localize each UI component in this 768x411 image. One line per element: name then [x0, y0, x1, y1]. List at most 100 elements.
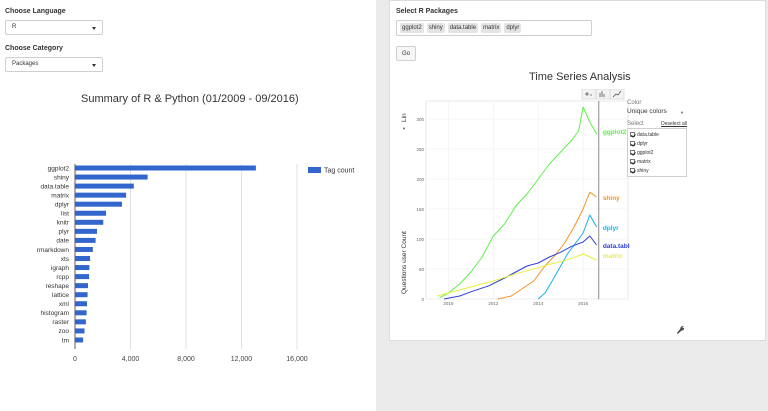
deselect-all-link[interactable]: Deselect all	[661, 121, 687, 127]
y-tick-label: ggplot2	[48, 165, 70, 172]
x-tick-label: 12,000	[231, 356, 253, 363]
y-tick-label: knitr	[57, 220, 70, 227]
chevron-down-icon: ▼	[680, 110, 684, 115]
checkbox-checked-icon[interactable]	[630, 150, 635, 155]
y-tick-label: data.table	[40, 183, 69, 190]
y-tick-label: xts	[61, 256, 70, 263]
checkbox-checked-icon[interactable]	[630, 132, 635, 137]
bar-chart-title: Summary of R & Python (01/2009 - 09/2016…	[81, 93, 299, 105]
series-label: data.table	[603, 243, 630, 250]
y-tick-label: xml	[59, 301, 70, 308]
language-label: Choose Language	[5, 8, 66, 15]
x-tick-label: 2012	[488, 301, 499, 306]
y-tick-label: 150	[416, 207, 424, 212]
y-tick-label: 50	[419, 267, 425, 272]
language-value: R	[12, 24, 17, 30]
series-checkbox-item[interactable]: ggplot2	[630, 148, 684, 157]
package-tag[interactable]: ggplot2	[400, 23, 424, 33]
y-tick-label: matrix	[51, 192, 69, 199]
series-checkbox-list: data.table dplyr ggplot2 matrix shiny	[627, 128, 687, 177]
y-tick-label: 0	[421, 297, 424, 302]
y-tick-label: dplyr	[55, 202, 70, 209]
x-tick-label: 8,000	[177, 356, 195, 363]
bar	[75, 201, 122, 207]
series-label: matrix	[603, 253, 623, 260]
y-tick-label: igraph	[51, 265, 69, 272]
wrench-icon[interactable]	[676, 325, 685, 334]
bar	[75, 192, 127, 198]
y-axis-label: Questions user Count	[401, 231, 408, 294]
series-label: shiny	[603, 195, 620, 202]
x-tick-label: 4,000	[122, 356, 140, 363]
y-tick-label: histogram	[40, 310, 69, 317]
series-checkbox-item[interactable]: matrix	[630, 157, 684, 166]
y-tick-label: 100	[416, 237, 424, 242]
bar	[75, 274, 90, 280]
series-checkbox-label: dplyr	[637, 140, 648, 147]
y-tick-label: 300	[416, 117, 424, 122]
y-tick-label: lattice	[52, 292, 69, 299]
bar	[75, 237, 96, 243]
series-label: ggplot2	[603, 129, 627, 136]
package-tag[interactable]: matrix	[481, 23, 502, 33]
bar	[75, 210, 107, 216]
chevron-down-icon	[92, 27, 96, 30]
y-scale-toggle: Lin	[401, 113, 408, 122]
legend-label: Tag count	[324, 168, 354, 175]
y-tick-label: plyr	[59, 229, 70, 236]
select-heading: Select	[627, 121, 644, 127]
go-button[interactable]: Go	[396, 46, 416, 61]
color-value: Unique colors	[627, 108, 667, 115]
color-heading: Color	[627, 100, 642, 106]
x-tick-label: 2010	[443, 301, 454, 306]
checkbox-checked-icon[interactable]	[630, 159, 635, 164]
y-tick-label: 250	[416, 147, 424, 152]
series-checkbox-item[interactable]: data.table	[630, 130, 684, 139]
y-tick-label: tm	[62, 337, 69, 344]
x-tick-label: 2014	[533, 301, 544, 306]
category-value: Packages	[12, 61, 39, 67]
bar	[75, 310, 87, 316]
category-select[interactable]: Packages	[5, 57, 103, 72]
y-tick-label: reshape	[46, 283, 70, 290]
packages-input[interactable]: ggplot2 shiny data.table matrix dplyr	[396, 20, 592, 36]
timeseries-chart: 0 50 100 150 200 250 300 2010 2012 2014 2016 Questi…	[401, 89, 630, 306]
left-panel: Choose Language R Choose Category Packag…	[0, 0, 376, 411]
bar	[75, 228, 98, 234]
y-tick-label: raster	[52, 319, 69, 326]
legend-swatch	[308, 167, 321, 173]
line-button	[609, 89, 625, 100]
language-select[interactable]: R	[5, 20, 103, 35]
bar	[75, 301, 88, 307]
bar	[75, 319, 86, 325]
y-tick-label: rmarkdown	[37, 247, 70, 254]
bar	[75, 219, 104, 225]
bar-button	[595, 89, 611, 100]
y-tick-label: list	[61, 211, 69, 218]
y-tick-label: zoo	[59, 328, 70, 335]
legend-panel: Color Unique colors ▼ Select Deselect al…	[627, 100, 687, 177]
series-checkbox-item[interactable]: shiny	[630, 166, 684, 175]
color-select[interactable]: Unique colors ▼	[627, 108, 687, 115]
package-tag[interactable]: data.table	[447, 23, 479, 33]
timeseries-title: Time Series Analysis	[529, 71, 631, 83]
series-checkbox-label: data.table	[637, 131, 659, 138]
series-label: dplyr	[603, 225, 619, 232]
series-checkbox-label: shiny	[637, 167, 649, 174]
packages-label: Select R Packages	[396, 8, 458, 15]
series-checkbox-label: ggplot2	[637, 149, 654, 156]
series-checkbox-item[interactable]: dplyr	[630, 139, 684, 148]
bar	[75, 256, 91, 261]
y-tick-label: 200	[416, 177, 424, 182]
chevron-down-icon: ▼	[402, 126, 406, 131]
bar	[75, 292, 88, 298]
category-label: Choose Category	[5, 45, 63, 52]
checkbox-checked-icon[interactable]	[630, 141, 635, 146]
bar	[75, 165, 256, 171]
bar	[75, 328, 85, 334]
y-tick-label: rcpp	[56, 274, 69, 281]
package-tag[interactable]: dplyr	[504, 23, 522, 33]
checkbox-checked-icon[interactable]	[630, 168, 635, 173]
bar	[75, 246, 93, 252]
package-tag[interactable]: shiny	[426, 23, 445, 33]
